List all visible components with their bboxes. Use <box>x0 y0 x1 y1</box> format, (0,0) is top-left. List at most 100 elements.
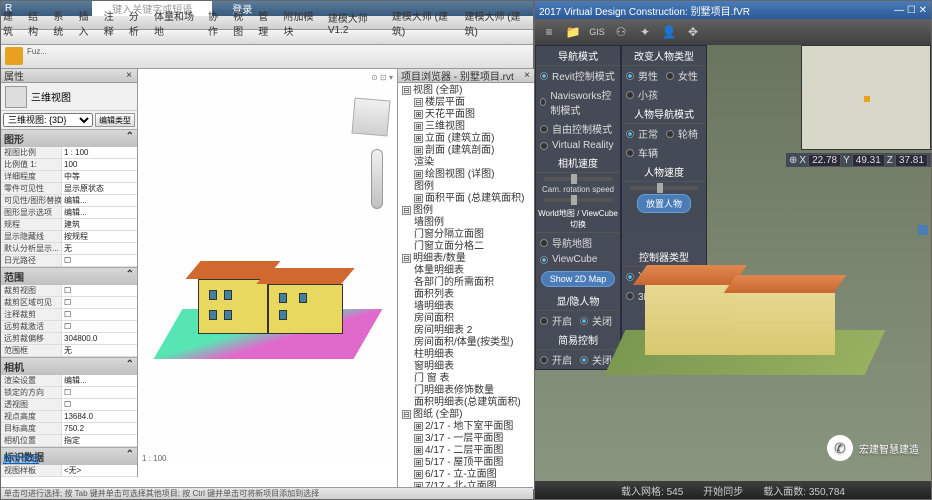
prop-group-header[interactable]: 范围⌃ <box>1 267 137 285</box>
prop-row[interactable]: 透视图☐ <box>1 399 137 411</box>
radio-option[interactable]: Revit控制模式 <box>536 66 620 85</box>
prop-row[interactable]: 零件可见性显示原状态 <box>1 183 137 195</box>
char-speed-slider[interactable] <box>630 186 698 190</box>
move-icon[interactable]: ✥ <box>685 24 701 40</box>
menu-icon[interactable]: ≡ <box>541 24 557 40</box>
tree-node[interactable]: 房间面积 <box>400 313 533 325</box>
tree-node[interactable]: ⊞三维视图 <box>400 121 533 133</box>
ribbon-tab[interactable]: 建模大师 (建筑) <box>392 8 459 38</box>
viewport-options[interactable]: ⊙ ⊡ ▾ <box>371 73 393 82</box>
ribbon-tab[interactable]: 插入 <box>79 8 98 38</box>
tree-node[interactable]: ⊞4/17 - 二层平面图 <box>400 445 533 457</box>
radio-option[interactable]: Navisworks控制模式 <box>536 85 620 119</box>
ribbon-tab[interactable]: 协作 <box>208 8 227 38</box>
prop-row[interactable]: 详细程度中等 <box>1 171 137 183</box>
prop-row[interactable]: 目标高度750.2 <box>1 423 137 435</box>
ribbon-tab[interactable]: 视图 <box>233 8 252 38</box>
browser-tree[interactable]: ⊟视图 (全部)⊟楼层平面⊞天花平面图⊞三维视图⊞立面 (建筑立面)⊞剖面 (建… <box>398 83 535 489</box>
tree-node[interactable]: 柱明细表 <box>400 349 533 361</box>
tree-node[interactable]: 图例 <box>400 181 533 193</box>
ribbon-tab[interactable]: 结构 <box>28 8 47 38</box>
nav-bar[interactable] <box>371 149 383 209</box>
close-icon[interactable]: × <box>124 71 134 81</box>
tree-node[interactable]: 渲染 <box>400 157 533 169</box>
prop-row[interactable]: 注释裁剪☐ <box>1 309 137 321</box>
window-controls[interactable]: — ☐ ✕ <box>894 5 927 16</box>
tree-node[interactable]: ⊞6/17 - 立-立面图 <box>400 469 533 481</box>
prop-row[interactable]: 默认分析显示...无 <box>1 243 137 255</box>
view-scale[interactable]: 1 : 100 <box>142 454 166 463</box>
tree-node[interactable]: ⊞2/17 - 地下室平面图 <box>400 421 533 433</box>
place-char-button[interactable]: 放置人物 <box>637 194 691 213</box>
type-selector[interactable]: 三维视图: {3D} <box>3 113 93 127</box>
prop-group-header[interactable]: 图形⌃ <box>1 129 137 147</box>
radio-option[interactable]: 男性 <box>622 66 662 85</box>
prop-row[interactable]: 裁剪视图☐ <box>1 285 137 297</box>
ribbon-tab[interactable]: 建筑 <box>3 8 22 38</box>
edit-type-button[interactable]: 编辑类型 <box>95 113 135 127</box>
radio-option[interactable]: Virtual Reality <box>536 138 620 153</box>
prop-row[interactable]: 日光路径☐ <box>1 255 137 267</box>
pin-icon[interactable] <box>918 225 928 235</box>
ribbon-tab[interactable]: 建模大师 (建筑) <box>464 8 531 38</box>
prop-row[interactable]: 视图比例1 : 100 <box>1 147 137 159</box>
prop-row[interactable]: 相机位置指定 <box>1 435 137 447</box>
prop-row[interactable]: 锁定的方向☐ <box>1 387 137 399</box>
prop-row[interactable]: 渲染设置编辑... <box>1 375 137 387</box>
radio-option[interactable]: 关闭 <box>576 311 616 330</box>
radio-option[interactable]: 女性 <box>662 66 702 85</box>
tree-node[interactable]: 门明细表修饰数量 <box>400 385 533 397</box>
tree-node[interactable]: ⊞面积平面 (总建筑面积) <box>400 193 533 205</box>
tree-icon[interactable]: ⚇ <box>613 24 629 40</box>
folder-icon[interactable]: 📁 <box>565 24 581 40</box>
tree-node[interactable]: ⊟明细表/数量 <box>400 253 533 265</box>
prop-row[interactable]: 显示隐藏线按规程 <box>1 231 137 243</box>
tree-node[interactable]: ⊟视图 (全部) <box>400 85 533 97</box>
tree-node[interactable]: ⊞3/17 - 一层平面图 <box>400 433 533 445</box>
prop-row[interactable]: 视点高度13684.0 <box>1 411 137 423</box>
tree-node[interactable]: 体量明细表 <box>400 265 533 277</box>
tree-node[interactable]: 门窗分隔立面图 <box>400 229 533 241</box>
prop-row[interactable]: 比例值 1:100 <box>1 159 137 171</box>
sync-button[interactable]: 开始同步 <box>703 483 743 498</box>
close-icon[interactable]: × <box>522 71 532 81</box>
tree-node[interactable]: 各部门的所需面积 <box>400 277 533 289</box>
prop-row[interactable]: 图形显示选项编辑... <box>1 207 137 219</box>
tree-node[interactable]: ⊞5/17 - 屋顶平面图 <box>400 457 533 469</box>
tree-node[interactable]: 门窗立面分格二 <box>400 241 533 253</box>
gis-icon[interactable]: GIS <box>589 24 605 40</box>
tree-node[interactable]: 面积列表 <box>400 289 533 301</box>
avatar-icon[interactable]: 👤 <box>661 24 677 40</box>
cam-speed-slider[interactable] <box>544 177 612 181</box>
revit-3d-viewport[interactable]: ⊙ ⊡ ▾ 1 : 100 <box>138 69 397 465</box>
radio-option[interactable]: 正常 <box>622 124 662 143</box>
tree-node[interactable]: 墙明细表 <box>400 301 533 313</box>
tree-node[interactable]: ⊟图例 <box>400 205 533 217</box>
prop-row[interactable]: 远剪裁偏移304800.0 <box>1 333 137 345</box>
tree-node[interactable]: ⊟图纸 (全部) <box>400 409 533 421</box>
prop-row[interactable]: 远剪裁激活☐ <box>1 321 137 333</box>
puzzle-icon[interactable]: ✦ <box>637 24 653 40</box>
radio-option[interactable]: 小孩 <box>622 85 662 104</box>
prop-row[interactable]: 可见性/图形替换编辑... <box>1 195 137 207</box>
tree-node[interactable]: ⊞立面 (建筑立面) <box>400 133 533 145</box>
tree-node[interactable]: 门 窗 表 <box>400 373 533 385</box>
radio-option[interactable]: 轮椅 <box>662 124 702 143</box>
tree-node[interactable]: 墙图例 <box>400 217 533 229</box>
prop-row[interactable]: 范围框无 <box>1 345 137 357</box>
props-help-link[interactable]: 属性帮助 <box>3 452 39 465</box>
tree-node[interactable]: ⊟楼层平面 <box>400 97 533 109</box>
tree-node[interactable]: 房间明细表 2 <box>400 325 533 337</box>
tree-node[interactable]: 窗明细表 <box>400 361 533 373</box>
tree-node[interactable]: ⊞绘图视图 (详图) <box>400 169 533 181</box>
radio-option[interactable]: 开启 <box>536 350 576 369</box>
prop-row[interactable]: 裁剪区域可见☐ <box>1 297 137 309</box>
radio-option[interactable]: ViewCube <box>536 252 620 267</box>
prop-row[interactable]: 视图样板<无> <box>1 465 137 477</box>
vdc-3d-viewport[interactable]: 导航模式 Revit控制模式Navisworks控制模式自由控制模式Virtua… <box>535 45 931 481</box>
radio-option[interactable]: 自由控制模式 <box>536 119 620 138</box>
minimap[interactable] <box>801 45 931 150</box>
ribbon-tab[interactable]: 管理 <box>258 8 277 38</box>
show-2d-button[interactable]: Show 2D Map <box>541 271 616 287</box>
tree-node[interactable]: 房间面积/体量(按类型) <box>400 337 533 349</box>
